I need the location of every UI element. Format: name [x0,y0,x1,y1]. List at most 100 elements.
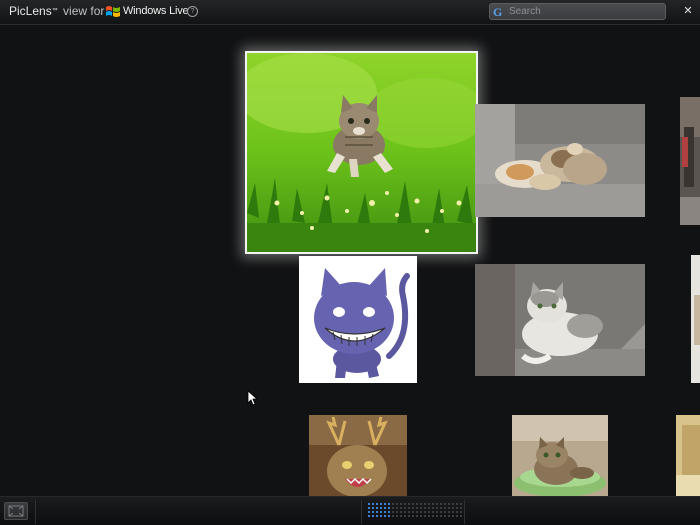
page-dot [424,507,426,509]
bottom-bar [0,496,700,525]
street-scene-photo [680,97,700,225]
page-dot [432,503,434,505]
page-dot [384,515,386,517]
photo-tile-cat-in-bowl[interactable] [512,415,608,497]
photo-tile-edge-right-top[interactable] [680,97,700,225]
trademark-symbol: ™ [51,8,58,14]
page-dot [408,507,410,509]
page-dot [420,503,422,505]
page-dot [376,511,378,513]
page-dot [376,503,378,505]
page-dot [384,503,386,505]
google-g-icon: G [493,5,503,19]
page-dot [416,515,418,517]
page-dot [404,511,406,513]
mouse-pointer-icon [247,390,257,406]
page-dot [452,515,454,517]
page-dot [392,507,394,509]
page-dot [404,507,406,509]
page-dot [444,515,446,517]
page-dot [436,503,438,505]
page-dot [444,511,446,513]
page-dot [432,507,434,509]
top-bar: PicLens™ view for Windows Live ? G ✕ [0,0,700,25]
page-dot [404,503,406,505]
page-dot [388,511,390,513]
view-for-label: view for [63,4,105,18]
page-dot [460,507,462,509]
search-input[interactable] [509,5,659,18]
close-button[interactable]: ✕ [680,3,696,19]
page-dot [452,503,454,505]
page-dot [432,511,434,513]
page-dot [432,515,434,517]
page-dot [368,515,370,517]
page-dot [372,515,374,517]
page-dot [412,503,414,505]
page-dot [448,511,450,513]
page-dot [384,511,386,513]
page-dot [440,511,442,513]
photo-tile-edge-right-bottom[interactable] [676,415,700,497]
photo-tile-cat-on-step[interactable] [475,264,645,376]
photo-tile-cat-antlers[interactable] [309,415,407,497]
page-dot [408,515,410,517]
photo-tile-selected-kitten-grass[interactable] [245,51,478,254]
page-dot [380,515,382,517]
search-box[interactable]: G [489,3,666,20]
page-dot [376,515,378,517]
page-dot [444,503,446,505]
kitten-in-grass-photo [247,53,476,252]
page-dot [388,515,390,517]
page-dot [456,511,458,513]
page-dot [440,507,442,509]
page-dot [368,511,370,513]
page-indicator[interactable] [368,503,463,521]
pager-divider-right [464,500,465,524]
page-dot [448,515,450,517]
page-dot [396,515,398,517]
page-dot [440,515,442,517]
photo-tile-edge-right-middle[interactable] [691,255,700,383]
page-dot [412,507,414,509]
page-dot [456,503,458,505]
page-dot [368,507,370,509]
page-dot [452,507,454,509]
fullscreen-button[interactable] [4,502,28,520]
brand-name: PicLens [9,4,52,18]
page-dot [420,507,422,509]
page-dot [372,507,374,509]
page-dot [412,511,414,513]
page-dot [392,511,394,513]
page-dot [420,515,422,517]
page-dot [444,507,446,509]
photo-tile-sleeping-cats[interactable] [475,104,645,217]
page-dot [400,515,402,517]
page-dot [372,511,374,513]
page-dot [424,503,426,505]
page-dot [428,503,430,505]
sleeping-cats-photo [475,104,645,217]
page-dot [384,507,386,509]
page-dot [436,515,438,517]
page-dot [416,503,418,505]
cat-on-step-photo [475,264,645,376]
page-dot [420,511,422,513]
page-dot [400,503,402,505]
page-dot [424,511,426,513]
page-dot [396,511,398,513]
page-dot [452,511,454,513]
page-dot [400,511,402,513]
help-icon[interactable]: ? [187,6,198,17]
page-dot [380,511,382,513]
page-dot [372,503,374,505]
page-dot [416,511,418,513]
fullscreen-icon [8,505,24,517]
page-dot [400,507,402,509]
page-dot [456,515,458,517]
page-dot [436,507,438,509]
page-dot [448,507,450,509]
photo-tile-cartoon-cat[interactable] [299,256,417,383]
page-dot [460,503,462,505]
windows-flag-icon [106,6,120,17]
